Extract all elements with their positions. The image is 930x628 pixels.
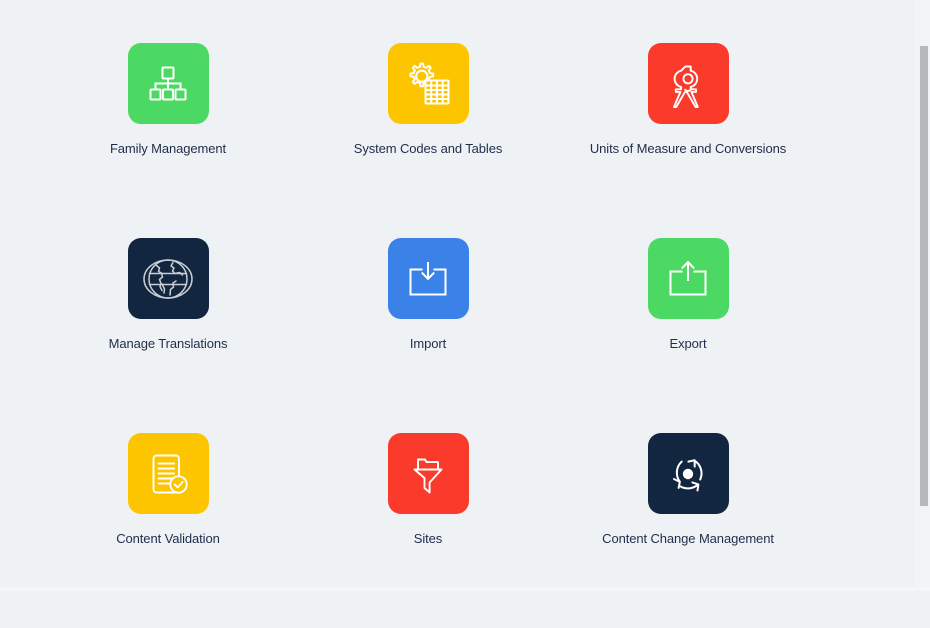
tile-icon-background[interactable]: [127, 238, 209, 319]
tile-icon-background[interactable]: [647, 238, 729, 319]
tile-system-codes-and-tables[interactable]: System Codes and Tables: [298, 43, 558, 238]
globe-icon: [143, 254, 193, 304]
export-arrow-icon: [663, 254, 713, 304]
vertical-scrollbar-thumb[interactable]: [920, 46, 928, 506]
tile-label: System Codes and Tables: [353, 141, 503, 156]
tile-content-change-management[interactable]: Content Change Management: [558, 433, 818, 628]
tile-icon-background[interactable]: [127, 43, 209, 124]
hierarchy-icon: [143, 59, 193, 109]
tile-label: Content Validation: [116, 531, 220, 546]
refresh-cycle-icon: [663, 449, 713, 499]
tile-sites[interactable]: Sites: [298, 433, 558, 628]
tile-icon-background[interactable]: [647, 43, 729, 124]
gear-table-icon: [402, 58, 454, 110]
tile-content-validation[interactable]: Content Validation: [38, 433, 298, 628]
admin-tile-page: Family Management System Codes and Table…: [0, 0, 930, 591]
tile-label: Content Change Management: [602, 531, 774, 546]
tile-label: Import: [409, 336, 447, 351]
tile-icon-background[interactable]: [647, 433, 729, 514]
tile-icon-background[interactable]: [387, 238, 469, 319]
tile-label: Family Management: [109, 141, 227, 156]
tile-label: Export: [669, 336, 707, 351]
tile-icon-background[interactable]: [387, 43, 469, 124]
tile-import[interactable]: Import: [298, 238, 558, 433]
import-arrow-icon: [403, 254, 453, 304]
tile-grid: Family Management System Codes and Table…: [0, 0, 910, 591]
tile-label: Units of Measure and Conversions: [589, 141, 787, 156]
tile-export[interactable]: Export: [558, 238, 818, 433]
tile-icon-background[interactable]: [387, 433, 469, 514]
tile-label: Manage Translations: [108, 336, 228, 351]
bottom-edge-strip: [0, 587, 930, 591]
tile-label: Sites: [413, 531, 443, 546]
compass-icon: [663, 59, 713, 109]
tile-units-of-measure-and-conversions[interactable]: Units of Measure and Conversions: [558, 43, 818, 238]
tile-icon-background[interactable]: [127, 433, 209, 514]
tile-manage-translations[interactable]: Manage Translations: [38, 238, 298, 433]
tile-family-management[interactable]: Family Management: [38, 43, 298, 238]
vertical-scrollbar-track[interactable]: [915, 0, 930, 591]
document-check-icon: [143, 449, 193, 499]
funnel-folder-icon: [403, 449, 453, 499]
